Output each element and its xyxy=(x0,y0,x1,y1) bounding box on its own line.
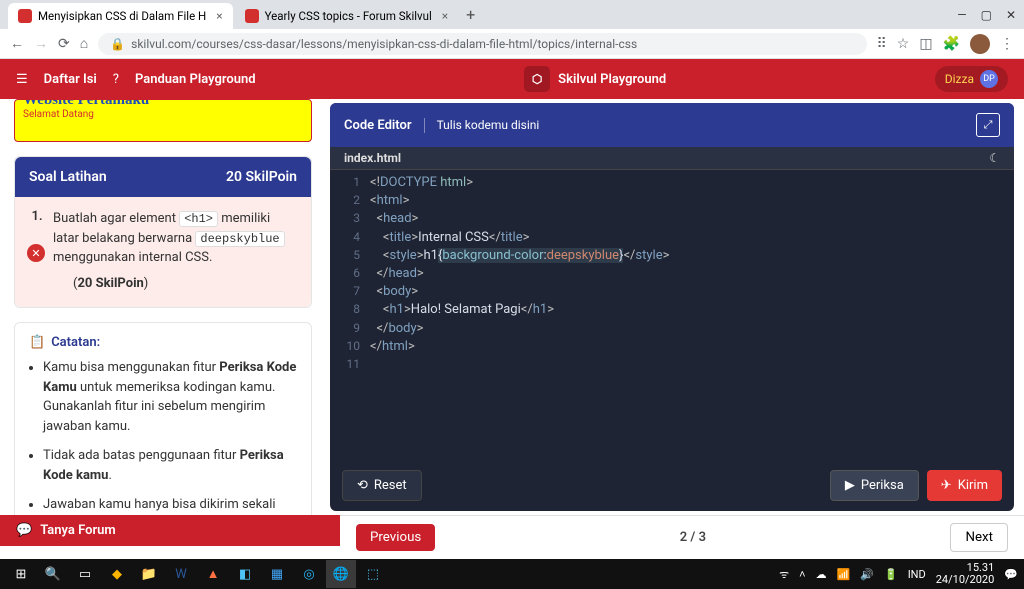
favicon-icon xyxy=(18,9,32,23)
close-icon[interactable]: × xyxy=(216,9,222,23)
expand-icon[interactable]: ⤢ xyxy=(976,113,1000,137)
close-window-icon[interactable]: ✕ xyxy=(1006,8,1016,22)
browser-tab[interactable]: Yearly CSS topics - Forum Skilvul × xyxy=(235,3,459,29)
battery-icon[interactable]: 🔋 xyxy=(884,568,898,581)
notes-card: 📋 Catatan: Kamu bisa menggunakan fitur Pe… xyxy=(14,322,312,515)
refresh-icon: ⟲ xyxy=(357,478,368,493)
brand-logo-icon: ⬡ xyxy=(524,66,550,92)
user-name: Dizza xyxy=(945,72,974,86)
browser-tab-active[interactable]: Menyisipkan CSS di Dalam File H × xyxy=(8,3,233,29)
file-tab[interactable]: index.html xyxy=(344,151,401,165)
step-indicator: 2 / 3 xyxy=(435,530,950,545)
start-icon[interactable]: ⊞ xyxy=(6,560,36,588)
note-item: Jawaban kamu hanya bisa dikirim sekali xyxy=(43,495,297,515)
app-icon[interactable]: ◆ xyxy=(102,560,132,588)
folder-icon[interactable]: 📁 xyxy=(134,560,164,588)
app-icon[interactable]: ▦ xyxy=(262,560,292,588)
app-icon[interactable]: ◧ xyxy=(230,560,260,588)
task-number: 1. xyxy=(31,209,42,224)
close-icon[interactable]: × xyxy=(442,9,448,23)
profile-avatar[interactable] xyxy=(970,34,990,54)
exercise-card: Soal Latihan 20 SkilPoin 1. ✕ Buatlah ag… xyxy=(14,156,312,308)
translate-icon[interactable]: ⠿ xyxy=(877,36,887,52)
lock-icon: 🔒 xyxy=(110,37,125,51)
app-icon[interactable]: ⬚ xyxy=(358,560,388,588)
help-icon[interactable]: ? xyxy=(113,72,119,87)
tab-title: Yearly CSS topics - Forum Skilvul xyxy=(265,9,432,23)
reset-button[interactable]: ⟲Reset xyxy=(342,470,422,501)
task-description: Buatlah agar element <h1> memiliki latar… xyxy=(53,209,297,293)
chrome-icon[interactable]: 🌐 xyxy=(326,560,356,588)
url-text: skilvul.com/courses/css-dasar/lessons/me… xyxy=(131,37,637,51)
lesson-panel: Website Pertamaku Selamat Datang Soal La… xyxy=(0,99,326,515)
editor-title: Code Editor xyxy=(344,118,425,133)
hamburger-icon[interactable]: ☰ xyxy=(16,72,28,87)
volume-icon[interactable]: 🔊 xyxy=(860,568,874,581)
address-bar[interactable]: 🔒 skilvul.com/courses/css-dasar/lessons/… xyxy=(98,33,866,55)
tray-icon[interactable]: ᯤ xyxy=(779,567,789,582)
preview-output: Website Pertamaku Selamat Datang xyxy=(14,99,312,142)
toc-link[interactable]: Daftar Isi xyxy=(44,72,97,87)
theme-toggle-icon[interactable]: ☾ xyxy=(989,151,1000,165)
chevron-up-icon[interactable]: ˄ xyxy=(799,568,805,581)
status-fail-icon: ✕ xyxy=(27,244,45,262)
user-avatar-icon: DP xyxy=(980,70,998,88)
taskview-icon[interactable]: ▭ xyxy=(70,560,100,588)
notes-heading: Catatan: xyxy=(51,335,100,350)
minimize-icon[interactable]: — xyxy=(957,8,966,22)
code-area[interactable]: 1<!DOCTYPE html>2<html>3 <head>4 <title>… xyxy=(330,170,1014,460)
forum-label: Tanya Forum xyxy=(40,523,116,538)
forward-icon[interactable]: → xyxy=(34,35,48,52)
windows-taskbar: ⊞ 🔍 ▭ ◆ 📁 W ▲ ◧ ▦ ◎ 🌐 ⬚ ᯤ ˄ ☁ 📶 🔊 🔋 IND … xyxy=(0,559,1024,589)
preview-text: Selamat Datang xyxy=(23,109,303,120)
user-menu[interactable]: Dizza DP xyxy=(935,66,1008,92)
next-button[interactable]: Next xyxy=(950,523,1008,552)
notifications-icon[interactable]: 💬 xyxy=(1004,568,1018,581)
language-indicator[interactable]: IND xyxy=(908,568,926,581)
send-icon: ✈ xyxy=(941,478,952,493)
brand-title: Skilvul Playground xyxy=(558,72,666,87)
help-link[interactable]: Panduan Playground xyxy=(135,72,256,87)
code-editor: Code Editor Tulis kodemu disini ⤢ index.… xyxy=(330,103,1014,511)
play-icon: ▶ xyxy=(845,478,855,493)
new-tab-button[interactable]: + xyxy=(466,5,475,24)
submit-button[interactable]: ✈Kirim xyxy=(927,470,1002,501)
notes-icon: 📋 xyxy=(29,335,45,350)
note-item: Kamu bisa menggunakan fitur Periksa Kode… xyxy=(43,358,297,436)
extension-icon[interactable]: ◫ xyxy=(919,36,932,52)
back-icon[interactable]: ← xyxy=(10,35,24,52)
reload-icon[interactable]: ⟳ xyxy=(58,36,70,52)
puzzle-icon[interactable]: 🧩 xyxy=(943,36,960,52)
menu-icon[interactable]: ⋮ xyxy=(1000,36,1014,52)
browser-toolbar: ← → ⟳ ⌂ 🔒 skilvul.com/courses/css-dasar/… xyxy=(0,29,1024,59)
tab-title: Menyisipkan CSS di Dalam File H xyxy=(38,9,206,23)
check-button[interactable]: ▶Periksa xyxy=(830,470,919,501)
forum-button[interactable]: 💬 Tanya Forum xyxy=(0,515,340,546)
wifi-icon[interactable]: 📶 xyxy=(837,568,851,581)
home-icon[interactable]: ⌂ xyxy=(80,35,88,52)
editor-subtitle: Tulis kodemu disini xyxy=(437,118,540,132)
favicon-icon xyxy=(245,9,259,23)
chat-icon: 💬 xyxy=(16,523,32,538)
exercise-points: 20 SkilPoin xyxy=(226,169,297,185)
browser-tabstrip: Menyisipkan CSS di Dalam File H × Yearly… xyxy=(0,0,1024,29)
vlc-icon[interactable]: ▲ xyxy=(198,560,228,588)
note-item: Tidak ada batas penggunaan fitur Periksa… xyxy=(43,446,297,485)
clock-date[interactable]: 24/10/2020 xyxy=(936,574,995,586)
app-header: ☰ Daftar Isi ? Panduan Playground ⬡ Skil… xyxy=(0,59,1024,99)
preview-heading: Website Pertamaku xyxy=(23,99,303,109)
maximize-icon[interactable]: ▢ xyxy=(981,8,992,22)
star-icon[interactable]: ☆ xyxy=(897,36,910,52)
search-icon[interactable]: 🔍 xyxy=(38,560,68,588)
previous-button[interactable]: Previous xyxy=(356,524,435,551)
cloud-icon[interactable]: ☁ xyxy=(816,568,827,581)
app-icon[interactable]: ◎ xyxy=(294,560,324,588)
exercise-title: Soal Latihan xyxy=(29,169,107,185)
word-icon[interactable]: W xyxy=(166,560,196,588)
